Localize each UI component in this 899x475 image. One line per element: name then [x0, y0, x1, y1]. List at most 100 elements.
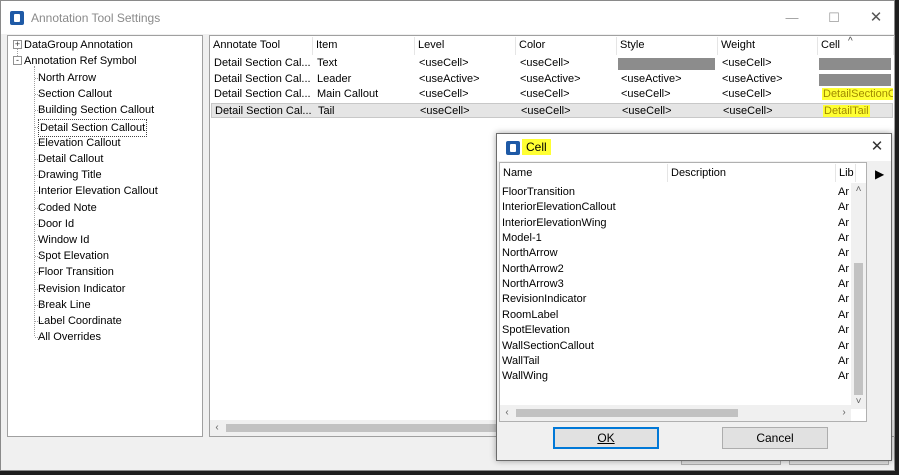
expand-icon[interactable]: +: [13, 40, 22, 49]
cell-cell[interactable]: [819, 72, 893, 87]
column-header[interactable]: Style: [617, 37, 718, 55]
dialog-title-bar[interactable]: Cell ✕: [497, 134, 891, 161]
list-item[interactable]: NorthArrow2 Ar: [502, 262, 850, 277]
column-header[interactable]: Item: [313, 37, 415, 55]
cell-cell[interactable]: DetailSectionC: [819, 87, 893, 102]
cell-tool[interactable]: Detail Section Cal...: [211, 72, 312, 87]
cell-library: Ar: [838, 232, 849, 245]
list-item[interactable]: NorthArrow3 Ar: [502, 277, 850, 292]
title-bar[interactable]: Annotation Tool Settings — ☐ ✕: [1, 1, 894, 34]
tree-item-label: Interior Elevation Callout: [38, 185, 158, 198]
column-header[interactable]: Cell: [818, 37, 894, 55]
cell-name: WallWing: [502, 370, 549, 383]
cell-color[interactable]: <useActive>: [517, 72, 616, 87]
value-placeholder-bar: [618, 58, 715, 70]
column-header[interactable]: Name: [500, 164, 668, 182]
column-header[interactable]: Description: [668, 164, 836, 182]
cell-list[interactable]: Name Description Lib FloorTransition Ar Inte…: [499, 162, 867, 422]
cell-list-vertical-scrollbar[interactable]: ˄ ˅: [851, 183, 866, 409]
close-icon[interactable]: ✕: [861, 7, 891, 29]
cancel-button[interactable]: Cancel: [722, 427, 828, 449]
tree-item-label: Floor Transition: [38, 266, 114, 279]
cell-list-horizontal-scrollbar[interactable]: ‹ ›: [500, 405, 851, 421]
cell-item[interactable]: Leader: [314, 72, 414, 87]
list-item[interactable]: WallWing Ar: [502, 369, 850, 384]
cell-cell[interactable]: [819, 56, 893, 71]
cell-name: NorthArrow: [502, 247, 558, 260]
cell-cell[interactable]: DetailTail: [820, 104, 894, 119]
scroll-down-icon[interactable]: ˅: [851, 395, 866, 409]
cell-color[interactable]: <useCell>: [517, 87, 616, 102]
list-item[interactable]: WallSectionCallout Ar: [502, 339, 850, 354]
column-header[interactable]: Annotate Tool: [210, 37, 313, 55]
value-placeholder-bar: [819, 58, 891, 70]
list-item[interactable]: Model-1 Ar: [502, 231, 850, 246]
cell-tool[interactable]: Detail Section Cal...: [212, 104, 313, 119]
scroll-thumb[interactable]: [516, 409, 738, 417]
tree-item-label: Coded Note: [38, 201, 97, 214]
list-item[interactable]: RoomLabel Ar: [502, 308, 850, 323]
list-item[interactable]: NorthArrow Ar: [502, 246, 850, 261]
cell-library: Ar: [838, 216, 849, 229]
scroll-right-icon[interactable]: ›: [837, 406, 851, 420]
cell-dialog: Cell ✕ Name Description Lib FloorTransitio…: [496, 133, 892, 461]
tree-item-label: Door Id: [38, 217, 75, 230]
table-row[interactable]: Detail Section Cal... Main Callout <useCel…: [211, 87, 893, 102]
column-header[interactable]: Color: [516, 37, 617, 55]
cell-name: RoomLabel: [502, 308, 559, 321]
cell-style[interactable]: <useCell>: [618, 87, 717, 102]
list-item[interactable]: WallTail Ar: [502, 354, 850, 369]
scroll-thumb[interactable]: [854, 263, 863, 395]
close-icon[interactable]: ✕: [867, 137, 887, 157]
table-row[interactable]: Detail Section Cal... Leader <useActive> <u…: [211, 72, 893, 87]
tree-item-label: Detail Callout: [38, 153, 104, 165]
list-item[interactable]: RevisionIndicator Ar: [502, 292, 850, 307]
table-row[interactable]: Detail Section Cal... Text <useCell> <useCe…: [211, 56, 893, 71]
scroll-thumb[interactable]: [226, 424, 498, 432]
cell-weight[interactable]: <useCell>: [719, 87, 817, 102]
maximize-icon[interactable]: ☐: [819, 7, 849, 29]
column-header[interactable]: Weight: [718, 37, 818, 55]
cell-name: FloorTransition: [502, 186, 575, 198]
cell-library: Ar: [838, 293, 849, 306]
cell-weight[interactable]: <useActive>: [719, 72, 817, 87]
tree-item-label: Elevation Callout: [38, 136, 121, 149]
cell-item[interactable]: Tail: [315, 104, 415, 119]
app-icon: [506, 141, 520, 155]
cell-style[interactable]: [618, 56, 717, 71]
tree-panel[interactable]: + DataGroup Annotation - Annotation Ref …: [7, 35, 203, 437]
list-item[interactable]: FloorTransition Ar: [502, 185, 850, 200]
cell-style[interactable]: <useCell>: [619, 104, 718, 119]
scroll-up-icon[interactable]: ˄: [851, 183, 866, 197]
scroll-left-icon[interactable]: ‹: [210, 421, 224, 435]
cell-library: Ar: [838, 308, 849, 321]
cell-tool[interactable]: Detail Section Cal...: [211, 56, 312, 71]
column-header[interactable]: Lib: [836, 164, 856, 182]
cell-color[interactable]: <useCell>: [518, 104, 617, 119]
cell-name-highlight: DetailSectionC: [822, 88, 893, 100]
cell-item[interactable]: Main Callout: [314, 87, 414, 102]
cell-tool[interactable]: Detail Section Cal...: [211, 87, 312, 102]
cell-style[interactable]: <useActive>: [618, 72, 717, 87]
cell-name: NorthArrow3: [502, 278, 564, 291]
minimize-icon[interactable]: —: [777, 7, 807, 29]
list-item[interactable]: InteriorElevationCallout Ar: [502, 200, 850, 215]
cell-weight[interactable]: <useCell>: [720, 104, 818, 119]
cell-level[interactable]: <useCell>: [416, 56, 515, 71]
ok-button[interactable]: OK: [553, 427, 659, 449]
cell-item[interactable]: Text: [314, 56, 414, 71]
column-header[interactable]: Level: [415, 37, 516, 55]
collapse-icon[interactable]: -: [13, 56, 22, 65]
list-item[interactable]: SpotElevation Ar: [502, 323, 850, 338]
scroll-left-icon[interactable]: ‹: [500, 406, 514, 420]
expand-arrow-icon[interactable]: ▶: [875, 167, 884, 181]
cell-level[interactable]: <useActive>: [416, 72, 515, 87]
tree-item-label: North Arrow: [38, 72, 97, 84]
cell-color[interactable]: <useCell>: [517, 56, 616, 71]
cell-weight[interactable]: <useCell>: [719, 56, 817, 71]
cell-level[interactable]: <useCell>: [416, 87, 515, 102]
cell-level[interactable]: <useCell>: [417, 104, 516, 119]
tree-item-label: Building Section Callout: [38, 104, 155, 117]
table-row[interactable]: Detail Section Cal... Tail <useCell> <useCe…: [211, 102, 894, 119]
list-item[interactable]: InteriorElevationWing Ar: [502, 216, 850, 231]
